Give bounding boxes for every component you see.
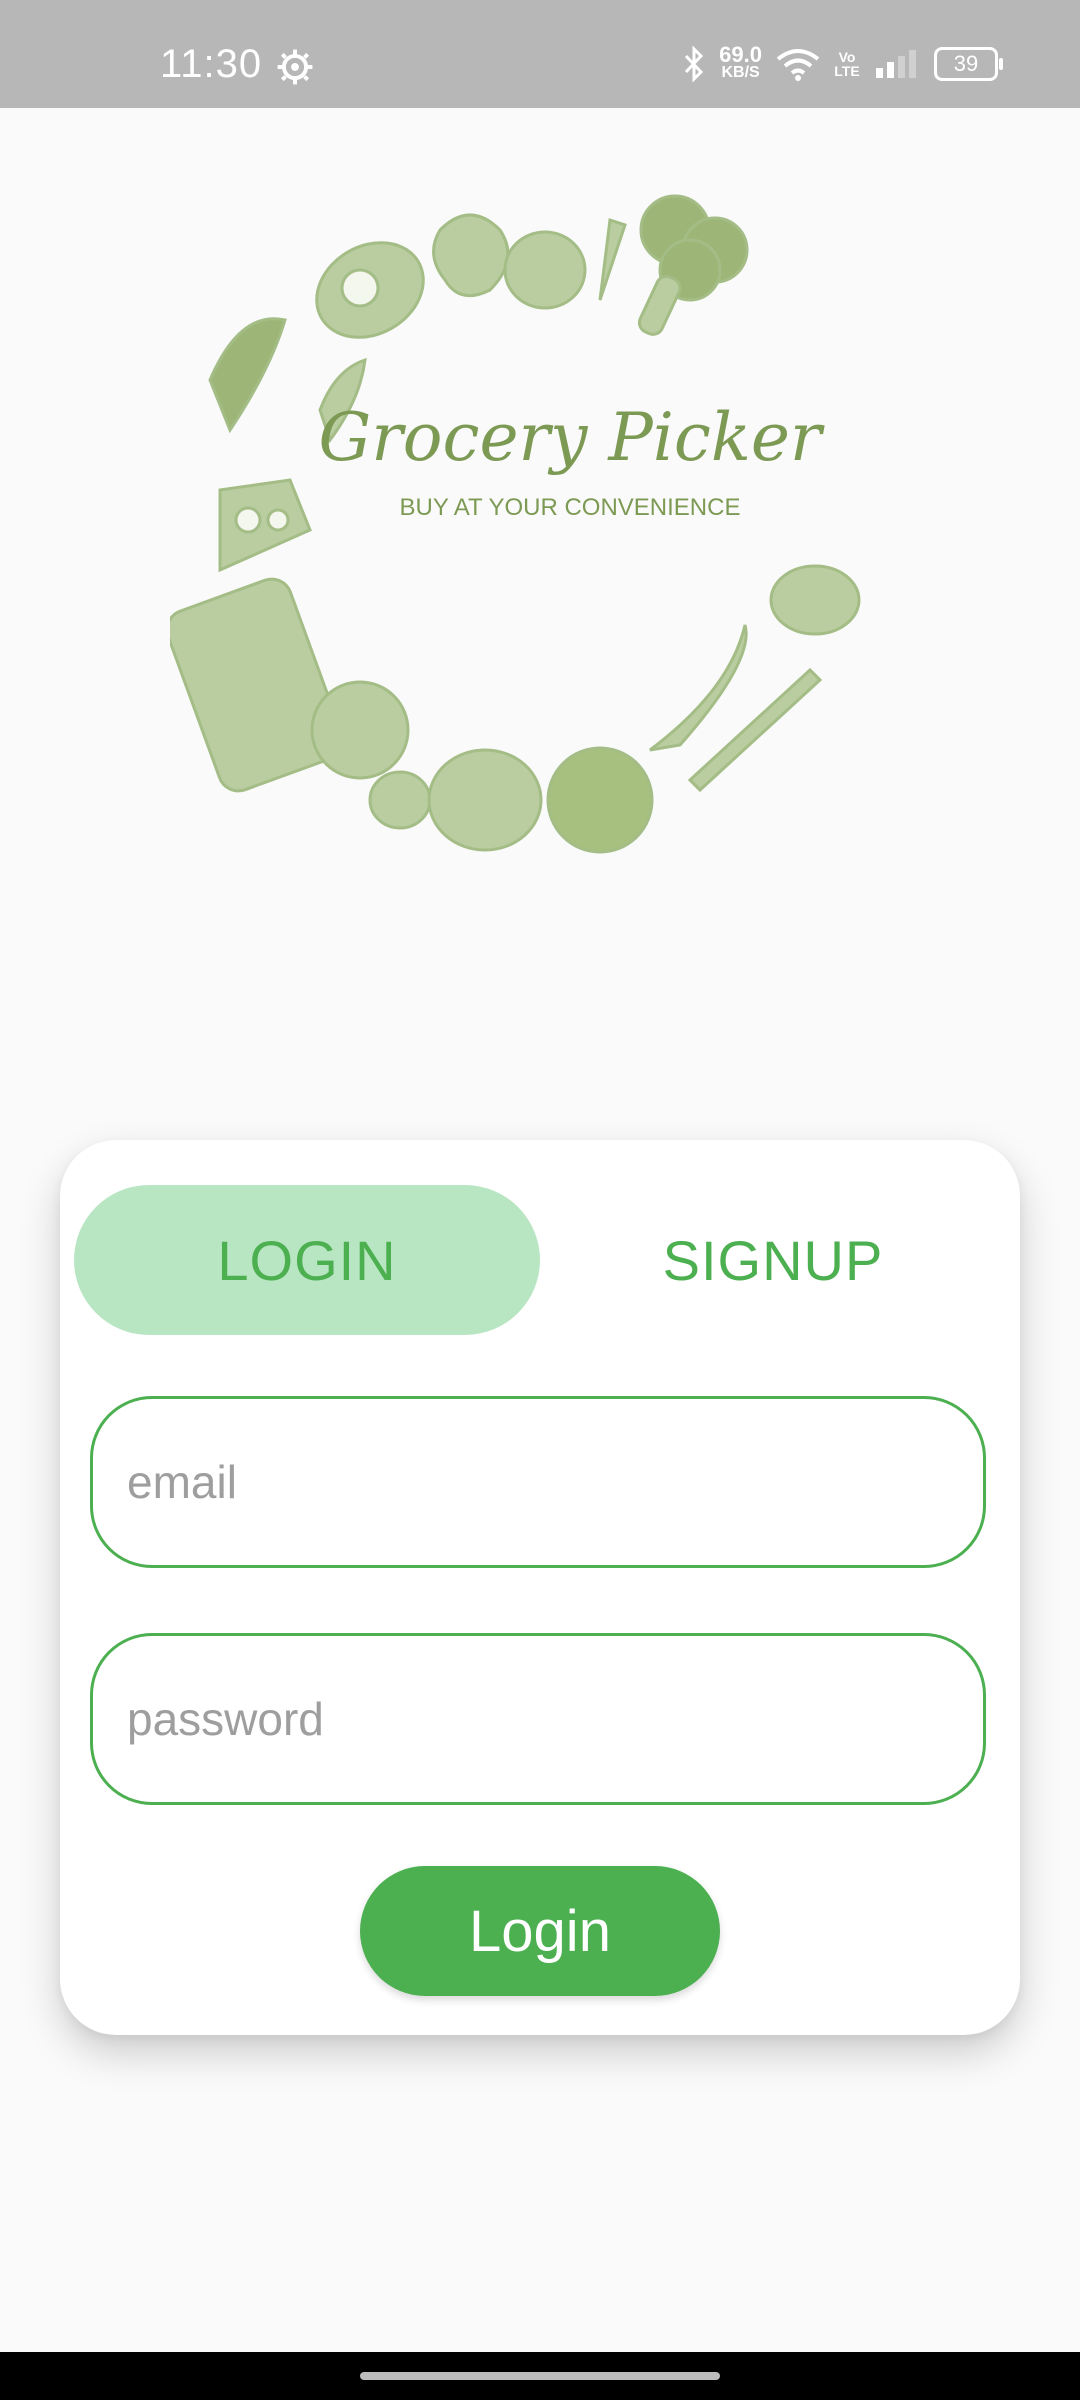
- password-field-container: [90, 1633, 986, 1805]
- email-field[interactable]: [93, 1399, 983, 1565]
- network-speed-value: 69.0: [719, 42, 762, 67]
- tab-signup-label: SIGNUP: [662, 1228, 884, 1292]
- network-speed-unit: KB/S: [721, 64, 760, 81]
- settings-gear-icon: [277, 49, 313, 85]
- auth-card: LOGIN SIGNUP Login: [60, 1140, 1020, 2035]
- logo-tagline: BUY AT YOUR CONVENIENCE: [400, 494, 741, 521]
- grocery-picker-logo: Grocery Picker BUY AT YOUR CONVENIENCE: [170, 194, 861, 854]
- network-speed: 69.0 KB/S: [719, 42, 762, 82]
- status-icons: 69.0 KB/S Vo LTE 39: [683, 40, 1003, 88]
- navigation-bar: [0, 2352, 1080, 2400]
- logo-text: Grocery Picker BUY AT YOUR CONVENIENCE: [319, 399, 825, 521]
- battery-icon: 39: [934, 47, 1003, 81]
- signal-icon: [876, 50, 916, 78]
- volte-indicator: Vo LTE: [834, 49, 860, 79]
- logo-title: Grocery Picker: [319, 399, 825, 476]
- tab-login-label: LOGIN: [217, 1228, 397, 1292]
- password-field[interactable]: [93, 1636, 983, 1802]
- email-field-container: [90, 1396, 986, 1568]
- battery-level: 39: [953, 51, 979, 76]
- tab-signup[interactable]: SIGNUP: [540, 1185, 1006, 1335]
- bluetooth-icon: [685, 46, 704, 82]
- login-button[interactable]: Login: [360, 1866, 720, 1996]
- tab-login[interactable]: LOGIN: [74, 1185, 540, 1335]
- status-time: 11:30: [160, 42, 263, 86]
- home-indicator[interactable]: [360, 2372, 720, 2380]
- wifi-icon: [776, 49, 820, 81]
- status-bar: 11:30 69.0 KB/S Vo LTE 39: [0, 0, 1080, 108]
